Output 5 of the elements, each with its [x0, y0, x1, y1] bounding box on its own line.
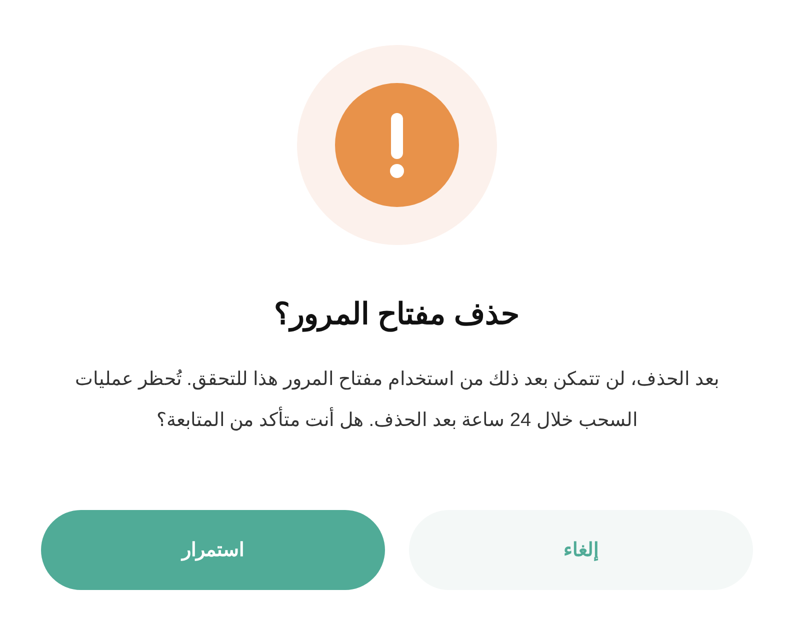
dialog-message: بعد الحذف، لن تتمكن بعد ذلك من استخدام مفتاح المرور هذا للتحقق. تُحظر عمليات السحب خلال 24 ساعة بعد الحذف. هل أنت متأكد من المتابعة؟	[74, 368, 720, 433]
warning-icon	[335, 83, 459, 207]
dialog-title: حذف مفتاح المرور؟	[274, 297, 520, 334]
cancel-button[interactable]: إلغاء	[409, 510, 753, 590]
continue-button[interactable]: استمرار	[41, 510, 385, 590]
